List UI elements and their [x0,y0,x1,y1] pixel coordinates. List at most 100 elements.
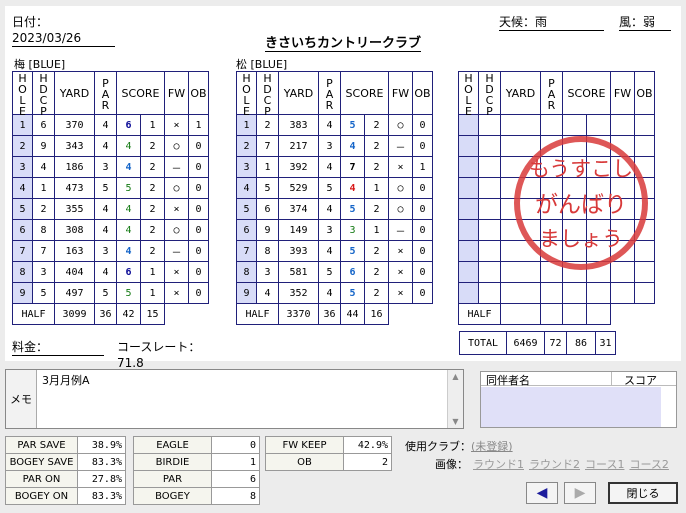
prev-button[interactable]: ◀ [526,482,558,504]
hole-putt: 2 [140,219,165,241]
hole-putt: 1 [364,219,389,241]
hole-row [458,198,655,220]
col-par: PAR [540,71,563,115]
hole-score: 5 [340,114,365,136]
stats-rates: PAR SAVE 38.9% BOGEY SAVE 83.3% PAR ON 27.8% B… [5,436,126,505]
stat-row: BIRDIE 1 [133,453,260,471]
memo-text[interactable]: 3月月例A [42,372,90,388]
used-club-link[interactable]: (未登録) [471,440,513,453]
hole-ob: 0 [412,114,433,136]
hole-row [458,114,655,136]
stat-label: BOGEY SAVE [5,453,78,471]
hole-row: 8 3 404 4 6 1 × 0 [12,261,209,283]
hole-score [562,240,587,262]
hole-putt [586,240,611,262]
hole-par [540,198,563,220]
scroll-down-icon[interactable]: ▼ [448,417,463,426]
hole-fw: ○ [164,219,189,241]
hole-yard: 497 [54,282,95,304]
total-par: 72 [544,331,567,355]
col-score: SCORE [562,71,611,115]
hole-fw: － [388,135,413,157]
hole-score: 6 [116,261,141,283]
hole-hdcp: 1 [32,177,55,199]
hole-number: 5 [12,198,33,220]
hole-yard [500,114,541,136]
stat-label: BIRDIE [133,453,212,471]
hole-hdcp: 7 [256,135,279,157]
stat-value: 1 [211,453,260,471]
half-par: 36 [318,303,341,325]
hole-par: 4 [94,261,117,283]
hole-number: 3 [12,156,33,178]
hole-yard: 581 [278,261,319,283]
hole-yard: 355 [54,198,95,220]
hole-yard: 392 [278,156,319,178]
hole-par: 4 [94,135,117,157]
hole-par: 4 [94,114,117,136]
hole-par: 4 [318,198,341,220]
hole-number: 8 [236,261,257,283]
close-button[interactable]: 閉じる [608,482,678,504]
hole-fw: × [388,156,413,178]
hole-number [458,219,479,241]
stat-row: PAR ON 27.8% [5,470,126,488]
hole-putt: 2 [364,198,389,220]
score-table-3: HOLE HDCP YARD PAR SCORE FW OB HALF [458,71,655,325]
picture-link-course2[interactable]: コース2 [629,458,668,471]
score-table-2: HOLE HDCP YARD PAR SCORE FW OB 1 2 383 4 5 2 ○ 0 2 7 217 3… [236,71,433,325]
companion-list[interactable]: 同伴者名 スコア [480,371,677,428]
hole-yard [500,240,541,262]
used-club-label: 使用クラブ： [405,440,471,453]
hole-fw: ○ [164,177,189,199]
picture-link-course1[interactable]: コース1 [585,458,624,471]
hole-fw: × [164,114,189,136]
picture-link-round2[interactable]: ラウンド2 [529,458,580,471]
stat-row: EAGLE 0 [133,436,260,454]
stat-row: BOGEY 8 [133,487,260,505]
total-yard: 6469 [506,331,545,355]
hole-ob: 0 [188,198,209,220]
hole-par: 5 [318,177,341,199]
hole-number [458,135,479,157]
hole-score [562,135,587,157]
hole-par: 5 [318,261,341,283]
hole-row: 1 6 370 4 6 1 × 1 [12,114,209,136]
hole-ob [634,240,655,262]
hole-row [458,156,655,178]
hole-hdcp [478,261,501,283]
scroll-up-icon[interactable]: ▲ [448,372,463,381]
memo-box[interactable]: メモ 3月月例A ▲ ▼ [5,369,464,429]
next-button[interactable]: ▶ [564,482,596,504]
hole-number: 6 [236,219,257,241]
hole-number [458,177,479,199]
hole-row: 9 5 497 5 5 1 × 0 [12,282,209,304]
stat-row: PAR 6 [133,470,260,488]
scorecard-panel: 日付：2023/03/26 天候：雨 風：弱 きさいちカントリークラブ 梅 [B… [5,6,681,372]
hole-yard: 308 [54,219,95,241]
fee-label: 料金： [12,339,104,356]
hole-fw [610,198,635,220]
hole-putt [586,177,611,199]
hole-hdcp [478,156,501,178]
hole-par: 4 [318,282,341,304]
hole-row [458,177,655,199]
hole-ob: 0 [188,177,209,199]
hole-ob [634,282,655,304]
hole-putt [586,198,611,220]
hole-yard: 186 [54,156,95,178]
hole-hdcp: 1 [256,156,279,178]
half-yard [500,303,541,325]
memo-scrollbar[interactable]: ▲ ▼ [447,370,463,428]
stat-value: 38.9% [77,436,126,454]
stat-value: 6 [211,470,260,488]
hole-score: 4 [116,198,141,220]
col-hole: HOLE [458,71,479,116]
hole-putt: 2 [364,282,389,304]
hole-fw: × [164,282,189,304]
companion-list-body[interactable] [481,387,661,427]
hole-fw [610,240,635,262]
total-label: TOTAL [459,331,507,355]
picture-link-round1[interactable]: ラウンド1 [473,458,524,471]
hole-putt: 2 [140,156,165,178]
